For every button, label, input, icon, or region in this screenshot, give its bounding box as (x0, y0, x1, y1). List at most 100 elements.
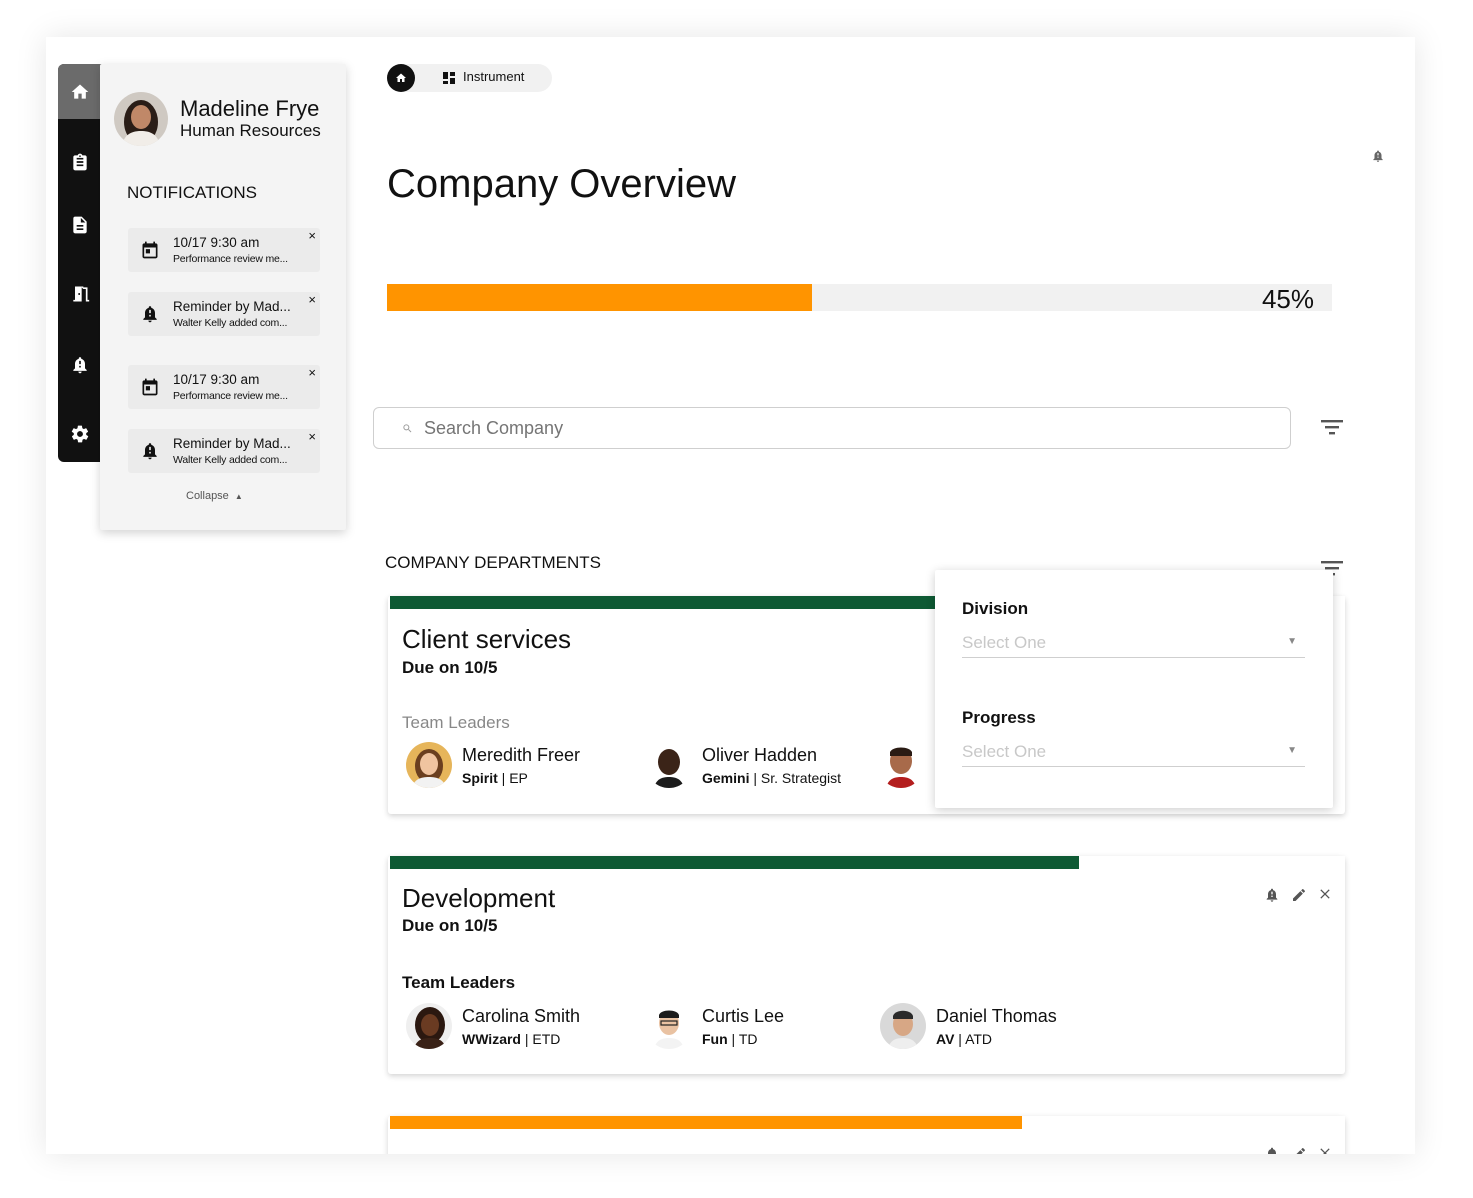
search-icon (403, 424, 412, 433)
team-leaders-label: Team Leaders (402, 713, 510, 732)
calendar-icon (140, 377, 160, 397)
notification-text: Performance review me... (173, 390, 288, 402)
department-title: Client services (402, 624, 572, 654)
department-progress-fill (390, 1116, 1022, 1129)
leader-name: Meredith Freer (462, 745, 581, 765)
leader-name: Oliver Hadden (702, 745, 818, 765)
sidebar-item-settings[interactable] (58, 406, 102, 461)
progress-select-value: Select One (962, 742, 1047, 761)
user-name: Madeline Frye (180, 96, 320, 121)
leader-avatar (406, 742, 452, 788)
breadcrumb-instrument[interactable]: Instrument (463, 69, 524, 84)
team-leader[interactable]: Oliver Hadden Gemini | Sr. Strategist (646, 742, 876, 790)
notification-item[interactable]: Reminder by Mad... Walter Kelly added co… (128, 292, 320, 336)
collapse-label: Collapse (186, 490, 229, 502)
notification-title: Reminder by Mad... (173, 299, 291, 314)
departments-heading: COMPANY DEPARTMENTS (385, 553, 601, 572)
sidebar-rail (58, 64, 102, 462)
department-card[interactable]: Development Due on 10/5 Team Leaders Car… (388, 856, 1345, 1074)
department-due-date: Due on 10/5 (402, 658, 498, 677)
leader-role: Fun | TD (702, 1031, 758, 1047)
close-icon[interactable]: × (308, 365, 316, 380)
close-icon[interactable]: × (308, 228, 316, 243)
bell-icon (140, 441, 160, 461)
notification-bell-icon[interactable] (1371, 149, 1385, 163)
leader-avatar (880, 1003, 926, 1049)
leader-role: WWizard | ETD (462, 1031, 561, 1047)
bell-icon[interactable] (1264, 1146, 1280, 1154)
close-icon[interactable] (1317, 886, 1333, 902)
bell-icon (140, 304, 160, 324)
sidebar-item-home[interactable] (58, 64, 102, 119)
sidebar-item-exit[interactable] (58, 266, 102, 321)
leader-role: Gemini | Sr. Strategist (702, 770, 842, 786)
user-role: Human Resources (180, 121, 321, 140)
team-leader[interactable]: Curtis Lee Fun | TD (646, 1003, 876, 1051)
team-leader[interactable]: Meredith Freer Spirit | EP (406, 742, 636, 790)
notification-title: 10/17 9:30 am (173, 372, 260, 387)
filter-panel: Division Select One ▼ Progress Select On… (935, 570, 1333, 808)
progress-filter-label: Progress (962, 708, 1036, 727)
bell-icon[interactable] (1264, 887, 1280, 903)
department-card[interactable] (388, 1116, 1345, 1154)
home-icon (71, 84, 89, 99)
notification-item[interactable]: 10/17 9:30 am Performance review me... × (128, 228, 320, 272)
notification-item[interactable]: 10/17 9:30 am Performance review me... × (128, 365, 320, 409)
app-frame: Madeline Frye Human Resources NOTIFICATI… (46, 37, 1415, 1154)
document-icon (73, 216, 87, 233)
division-select-value: Select One (962, 633, 1047, 652)
department-due-date: Due on 10/5 (402, 916, 498, 935)
company-progress-bar: 45% (387, 284, 1332, 314)
user-avatar[interactable] (114, 92, 168, 146)
team-leader[interactable]: Daniel Thomas AV | ATD (880, 1003, 1110, 1051)
home-icon (396, 73, 406, 82)
company-progress-label: 45% (1261, 284, 1314, 314)
chevron-down-icon: ▼ (1287, 745, 1297, 756)
leader-role: Spirit | EP (462, 770, 528, 786)
close-icon[interactable] (1317, 1145, 1333, 1154)
clipboard-icon (73, 153, 87, 170)
department-progress-fill (390, 596, 936, 609)
sidebar-item-alerts[interactable] (58, 337, 102, 392)
edit-icon[interactable] (1291, 887, 1307, 903)
notification-title: 10/17 9:30 am (173, 235, 260, 250)
filter-icon[interactable] (1321, 418, 1343, 436)
notification-text: Walter Kelly added com... (173, 317, 288, 329)
notification-text: Performance review me... (173, 253, 288, 265)
notification-item[interactable]: Reminder by Mad... Walter Kelly added co… (128, 429, 320, 473)
leader-avatar (646, 742, 692, 788)
collapse-button[interactable]: Collapse ▲ (186, 490, 243, 502)
leader-name: Curtis Lee (702, 1006, 785, 1026)
chevron-down-icon: ▼ (1287, 636, 1297, 647)
exit-icon (73, 286, 90, 301)
alert-bell-icon (73, 356, 87, 373)
department-title: Development (402, 883, 556, 913)
team-leader[interactable]: Carolina Smith WWizard | ETD (406, 1003, 636, 1051)
sidebar-item-documents[interactable] (58, 197, 102, 252)
calendar-icon (140, 240, 160, 260)
leader-avatar (406, 1003, 452, 1049)
breadcrumb-home-button[interactable] (387, 64, 415, 92)
search-input[interactable] (424, 416, 1264, 440)
breadcrumb: Instrument (387, 64, 552, 92)
sidebar-item-tasks[interactable] (58, 134, 102, 189)
page-title: Company Overview (387, 162, 737, 206)
leader-role: AV | ATD (936, 1031, 993, 1047)
progress-select[interactable]: Select One ▼ (962, 739, 1305, 767)
leader-avatar (646, 1003, 692, 1049)
dashboard-icon (443, 72, 455, 84)
department-progress-fill (390, 856, 1080, 869)
notification-title: Reminder by Mad... (173, 436, 291, 451)
leader-name: Daniel Thomas (936, 1006, 1057, 1026)
notification-text: Walter Kelly added com... (173, 454, 288, 466)
leader-avatar[interactable] (878, 742, 924, 788)
division-select[interactable]: Select One ▼ (962, 630, 1305, 658)
close-icon[interactable]: × (308, 292, 316, 307)
caret-up-icon: ▲ (234, 492, 243, 501)
team-leaders-label: Team Leaders (402, 973, 516, 992)
search-box[interactable] (373, 407, 1291, 449)
notifications-heading: NOTIFICATIONS (127, 183, 258, 202)
company-progress-fill (387, 284, 813, 311)
close-icon[interactable]: × (308, 429, 316, 444)
edit-icon[interactable] (1291, 1146, 1307, 1154)
